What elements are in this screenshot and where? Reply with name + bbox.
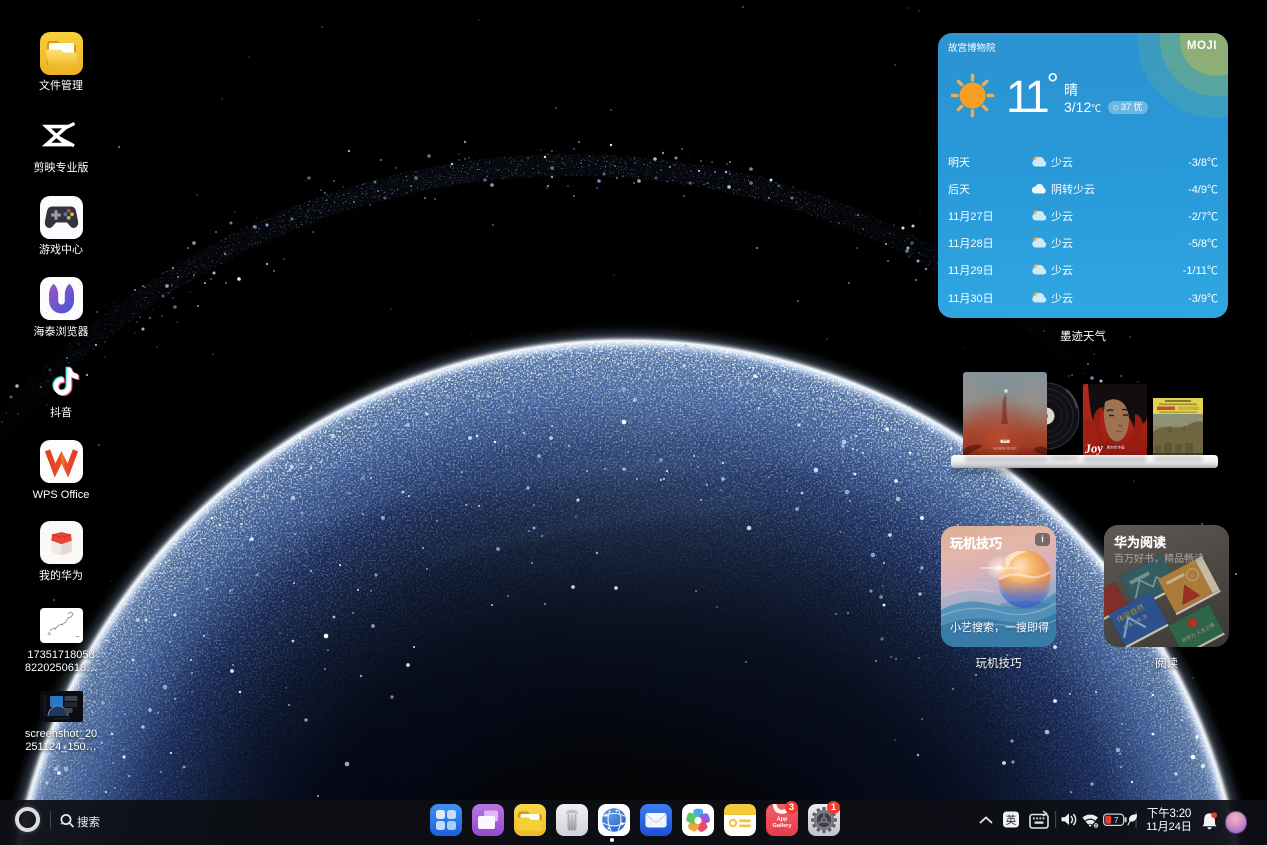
svg-text:App: App xyxy=(777,817,788,823)
svg-text:Joy: Joy xyxy=(1083,441,1103,456)
svg-text:7: 7 xyxy=(1114,816,1119,825)
svg-text:英: 英 xyxy=(1006,814,1017,827)
svg-text:周杰伦作品: 周杰伦作品 xyxy=(1107,445,1125,450)
svg-text:Gallery: Gallery xyxy=(773,823,793,829)
svg-text:HUAWEI MUSIC: HUAWEI MUSIC xyxy=(993,447,1017,451)
